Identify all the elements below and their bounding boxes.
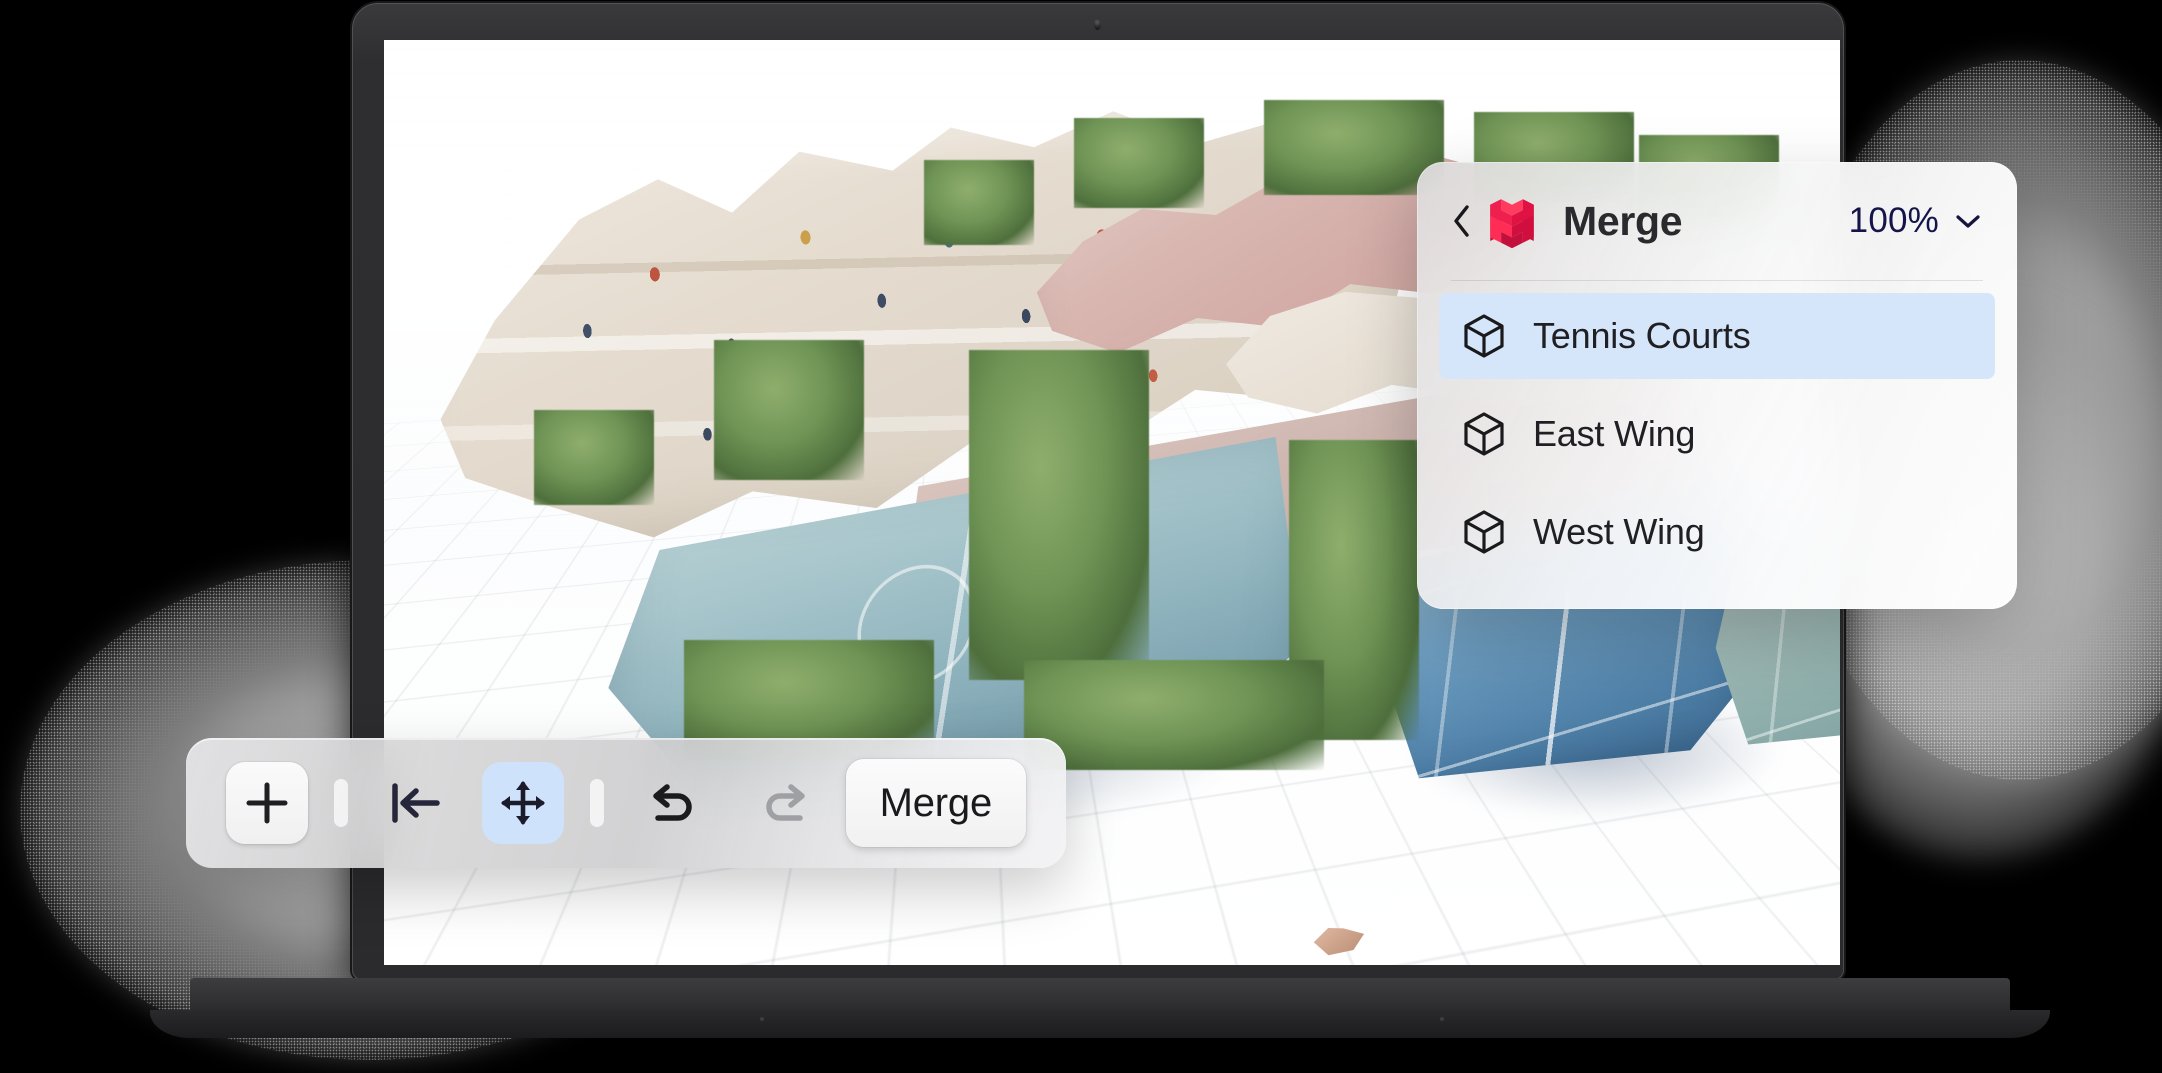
cube-icon xyxy=(1464,412,1504,456)
undo-icon xyxy=(653,784,692,821)
panel-title: Merge xyxy=(1563,197,1683,244)
plus-icon xyxy=(246,782,288,824)
layer-item-tennis-courts[interactable]: Tennis Courts xyxy=(1439,293,1995,379)
back-button[interactable] xyxy=(1445,199,1479,243)
zoom-control[interactable]: 100% xyxy=(1849,201,1983,241)
editor-toolbar: Merge xyxy=(186,738,1066,868)
layer-item-east-wing[interactable]: East Wing xyxy=(1439,391,1995,477)
base-foot-dot xyxy=(1440,1017,1444,1021)
undo-button[interactable] xyxy=(630,762,712,844)
layer-label: West Wing xyxy=(1533,511,1705,552)
merge-button[interactable]: Merge xyxy=(845,759,1026,847)
toolbar-divider xyxy=(590,779,604,827)
zoom-value: 100% xyxy=(1848,201,1939,240)
move-tool-button[interactable] xyxy=(482,762,564,844)
webcam-icon xyxy=(1094,18,1101,30)
layer-label: East Wing xyxy=(1533,413,1696,454)
base-foot-dot xyxy=(760,1017,764,1021)
mesh-stray-fragment xyxy=(1307,921,1369,959)
move-tool-icon xyxy=(501,781,545,825)
cube-icon xyxy=(1464,510,1504,554)
add-button[interactable] xyxy=(226,762,308,844)
align-to-start-icon xyxy=(392,783,440,823)
layer-label: Tennis Courts xyxy=(1533,315,1751,356)
merge-logo xyxy=(1490,199,1534,249)
redo-icon xyxy=(766,784,805,821)
mesh-vegetation xyxy=(924,160,1034,245)
align-to-start-button[interactable] xyxy=(374,762,456,844)
chevron-left-icon xyxy=(1454,205,1469,237)
toolbar-divider xyxy=(334,779,348,827)
chevron-down-icon xyxy=(1956,215,1980,228)
screenshot-root: Merge Merge 100% Tennis Courts East Wing… xyxy=(0,0,2162,1073)
cube-icon xyxy=(1464,314,1504,358)
mesh-vegetation xyxy=(714,340,864,480)
merge-panel: Merge 100% Tennis Courts East Wing West … xyxy=(1417,162,2017,609)
mesh-vegetation xyxy=(534,410,654,505)
redo-button[interactable] xyxy=(746,762,828,844)
layer-item-west-wing[interactable]: West Wing xyxy=(1439,489,1995,575)
mesh-vegetation xyxy=(1074,118,1204,208)
mesh-vegetation xyxy=(1024,660,1324,770)
laptop-base-lip xyxy=(150,1010,2050,1038)
layer-list: Tennis Courts East Wing West Wing xyxy=(1417,281,2017,609)
mesh-vegetation xyxy=(969,350,1149,680)
panel-header: Merge 100% xyxy=(1417,162,2017,280)
